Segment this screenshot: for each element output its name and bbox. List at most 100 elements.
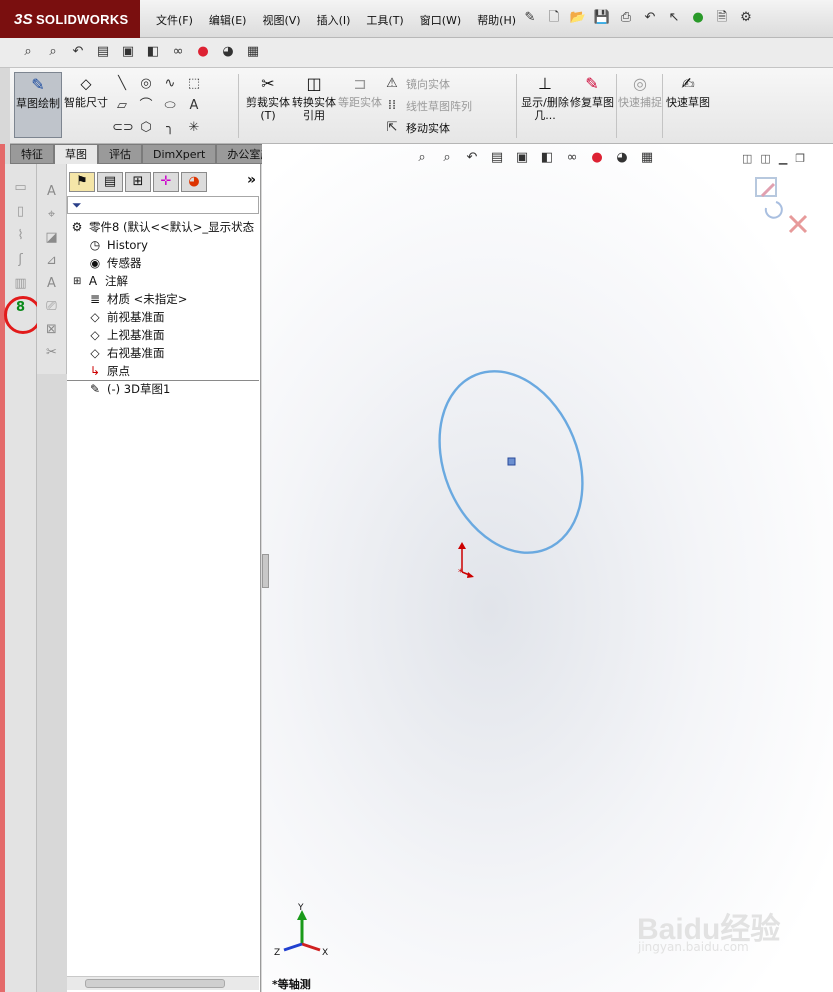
display-manager-tab-icon[interactable]: ◕ (181, 172, 207, 192)
arc-icon[interactable]: ⌒ (136, 96, 156, 116)
menu-bar: 文件(F) 编辑(E) 视图(V) 插入(I) 工具(T) 窗口(W) 帮助(H… (148, 12, 524, 28)
tree-item-annotations[interactable]: ⊞ A 注解 (73, 272, 128, 290)
tree-item-sensors[interactable]: ◉ 传感器 (87, 254, 142, 272)
view-settings-icon[interactable]: ▦ (243, 42, 263, 62)
menu-edit[interactable]: 编辑(E) (201, 12, 255, 28)
ellipse-icon[interactable]: ⬭ (160, 96, 180, 116)
move-entities-button[interactable]: ⇱ 移动实体 (382, 118, 450, 138)
display-delete-relations-button[interactable]: ⊥ 显示/删除几... (520, 72, 570, 138)
solidworks-logo[interactable]: 3S SOLIDWORKS (0, 0, 140, 38)
tab-dimxpert[interactable]: DimXpert (142, 144, 217, 164)
datum-icon[interactable]: ◪ (42, 228, 62, 248)
hole-callout-icon[interactable]: ⎚ (42, 297, 62, 317)
sketch-icon: ✎ (31, 75, 45, 94)
plane-icon[interactable]: ▯ (11, 202, 31, 222)
new-file-icon[interactable]: 🗋 (544, 8, 564, 28)
scrollbar-thumb[interactable] (85, 979, 225, 988)
options-icon[interactable]: ⚙ (736, 8, 756, 28)
dashed-rectangle-icon[interactable]: ⬚ (184, 74, 204, 94)
pin-icon[interactable]: ✎ (520, 8, 540, 28)
rapid-sketch-button[interactable]: ✍ 快速草图 (664, 72, 712, 138)
previous-view-icon[interactable]: ↶ (68, 42, 88, 62)
view-orientation-icon[interactable]: ▣ (118, 42, 138, 62)
repair-sketch-button[interactable]: ✎ 修复草图 (568, 72, 616, 138)
helix-icon[interactable]: ʃ (11, 250, 31, 270)
apply-scene-icon[interactable]: ◕ (218, 42, 238, 62)
tree-item-front-plane[interactable]: ◇ 前视基准面 (87, 308, 164, 326)
more-tabs-button[interactable]: » (247, 172, 256, 192)
trim-entities-button[interactable]: ✂ 剪裁实体(T) (244, 72, 292, 138)
curve-icon[interactable]: ⌇ (11, 226, 31, 246)
tab-sketch[interactable]: 草图 (54, 144, 98, 165)
zoom-to-fit-icon[interactable]: ⌕ (18, 42, 38, 62)
quick-snaps-button[interactable]: ◎ 快速捕捉 (616, 72, 664, 138)
edit-appearance-icon[interactable]: ● (193, 42, 213, 62)
menu-tools[interactable]: 工具(T) (358, 12, 411, 28)
geometric-tolerance-icon[interactable]: ⊠ (42, 320, 62, 340)
point-icon[interactable]: ✳ (184, 118, 204, 138)
mirror-entities-button[interactable]: ⚠ 镜向实体 (382, 74, 450, 94)
open-file-icon[interactable]: 📂 (568, 8, 588, 28)
origin-icon[interactable]: * (458, 542, 474, 578)
hide-show-items-icon[interactable]: ∞ (168, 42, 188, 62)
tree-root-label: 零件8 (默认<<默认>_显示状态 (89, 220, 255, 234)
linear-pattern-button[interactable]: ⁞⁞ 线性草图阵列 (382, 96, 472, 116)
balloon-icon[interactable]: ⌖ (42, 205, 62, 225)
select-cursor-icon[interactable]: ↖ (664, 8, 684, 28)
save-icon[interactable]: 💾 (592, 8, 612, 28)
polygon-icon[interactable]: ⬡ (136, 118, 156, 138)
undo-icon[interactable]: ↶ (640, 8, 660, 28)
menu-insert[interactable]: 插入(I) (309, 12, 359, 28)
display-style-icon[interactable]: ◧ (143, 42, 163, 62)
menu-view[interactable]: 视图(V) (254, 12, 308, 28)
tab-evaluate[interactable]: 评估 (98, 144, 142, 164)
slot-icon[interactable]: ⊂⊃ (112, 118, 134, 138)
tree-item-3d-sketch[interactable]: ✎ (-) 3D草图1 (87, 380, 170, 398)
menu-help[interactable]: 帮助(H) (469, 12, 524, 28)
left-toolbar: ▭ ▯ ⌇ ʃ ▥ 8 (5, 164, 37, 992)
view-toolbar-icons: ⌕ ⌕ ↶ ▤ ▣ ◧ ∞ ● ◕ ▦ (18, 42, 263, 62)
note-icon[interactable]: A (42, 182, 62, 202)
sketch-3d-icon[interactable]: ▭ (11, 178, 31, 198)
sketch-button[interactable]: ✎ 草图绘制 (14, 72, 62, 138)
text-icon[interactable]: A (184, 96, 204, 116)
print-icon[interactable]: ⎙ (616, 8, 636, 28)
spline-icon[interactable]: ∿ (160, 74, 180, 94)
property-manager-tab-icon[interactable]: ▤ (97, 172, 123, 192)
graphics-area[interactable]: ⌕ ⌕ ↶ ▤ ▣ ◧ ∞ ● ◕ ▦ ◫ ◫ ▁ ❐ * Y X Z Baid… (262, 144, 833, 992)
tree-item-right-plane[interactable]: ◇ 右视基准面 (87, 344, 164, 362)
line-icon[interactable]: ╲ (112, 74, 132, 94)
tree-item-history[interactable]: ◷ History (87, 236, 148, 254)
expand-icon[interactable]: ⊞ (73, 276, 85, 287)
offset-entities-button[interactable]: ⊐ 等距实体 (336, 72, 384, 138)
tab-features[interactable]: 特征 (10, 144, 54, 164)
command-manager: ✎ 草图绘制 ⬦ 智能尺寸 ╲ ◎ ∿ ⬚ ▱ ⌒ ⬭ A ⊂⊃ ⬡ ╮ ✳ ✂… (10, 68, 833, 144)
convert-entities-button[interactable]: ◫ 转换实体引用 (290, 72, 338, 138)
centerline-icon[interactable]: ✂ (42, 343, 62, 363)
section-view-icon[interactable]: ▤ (93, 42, 113, 62)
circle-icon[interactable]: ◎ (136, 74, 156, 94)
fillet-icon[interactable]: ╮ (160, 118, 180, 138)
filter-bar[interactable]: ⏷ (67, 196, 259, 214)
lock-icon[interactable]: ▥ (11, 274, 31, 294)
menu-file[interactable]: 文件(F) (148, 12, 201, 28)
tree-item-label: 注解 (105, 274, 128, 288)
tree-item-origin[interactable]: ↳ 原点 (87, 362, 130, 380)
smart-dimension-button[interactable]: ⬦ 智能尺寸 (62, 72, 110, 138)
menu-window[interactable]: 窗口(W) (412, 12, 469, 28)
configuration-manager-tab-icon[interactable]: ⊞ (125, 172, 151, 192)
dimxpert-manager-tab-icon[interactable]: ✛ (153, 172, 179, 192)
file-properties-icon[interactable]: 🗎 (712, 8, 732, 28)
weld-symbol-icon[interactable]: A (42, 274, 62, 294)
zoom-area-icon[interactable]: ⌕ (43, 42, 63, 62)
separator (516, 74, 517, 138)
ellipse-center-point[interactable] (507, 457, 516, 466)
tree-root[interactable]: ⚙ 零件8 (默认<<默认>_显示状态 (69, 218, 255, 236)
rectangle-icon[interactable]: ▱ (112, 96, 132, 116)
surface-finish-icon[interactable]: ⊿ (42, 251, 62, 271)
feature-manager-tab-icon[interactable]: ⚑ (69, 172, 95, 192)
horizontal-scrollbar[interactable] (67, 976, 259, 990)
tree-item-material[interactable]: ≣ 材质 <未指定> (87, 290, 187, 308)
rebuild-icon[interactable]: ● (688, 8, 708, 28)
tree-item-top-plane[interactable]: ◇ 上视基准面 (87, 326, 164, 344)
